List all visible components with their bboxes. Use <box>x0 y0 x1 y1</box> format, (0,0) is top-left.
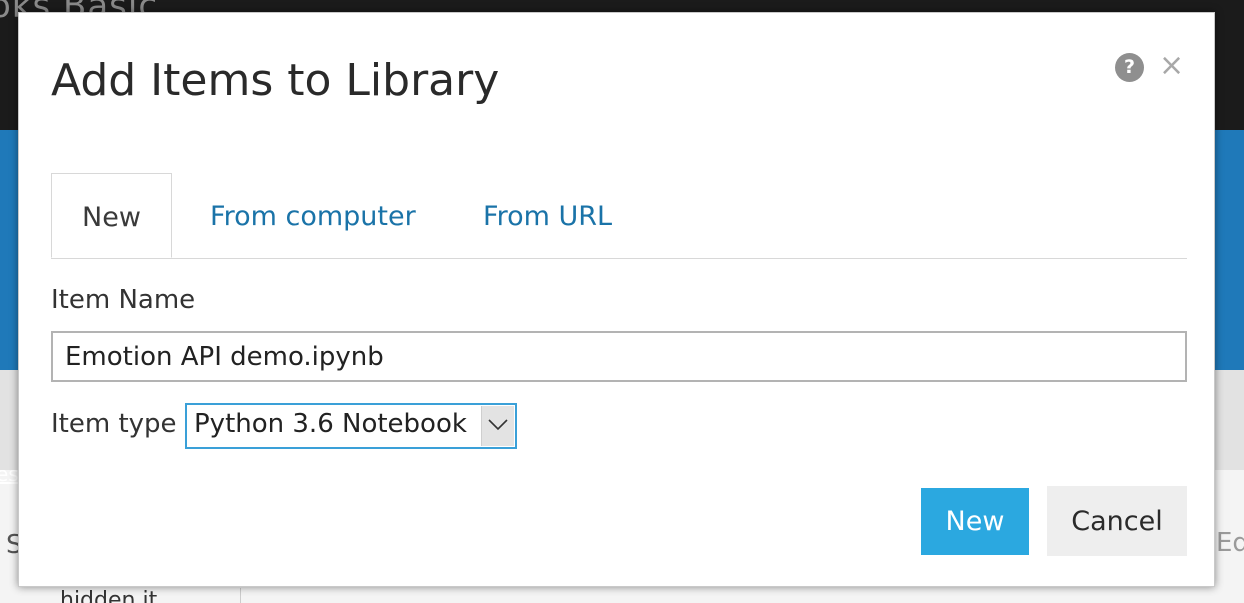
add-items-dialog: Add Items to Library ? × New From comput… <box>18 12 1215 587</box>
app-right-text-fragment: Ed <box>1216 528 1244 558</box>
cancel-button[interactable]: Cancel <box>1047 486 1187 556</box>
new-button[interactable]: New <box>921 488 1029 555</box>
dialog-title: Add Items to Library <box>51 55 500 106</box>
item-name-input[interactable] <box>51 331 1187 382</box>
tab-from-url[interactable]: From URL <box>483 173 612 257</box>
item-type-label: Item type <box>51 409 177 439</box>
app-divider <box>240 588 241 603</box>
tab-from-computer[interactable]: From computer <box>210 173 416 257</box>
chevron-down-icon <box>481 406 514 446</box>
tab-new[interactable]: New <box>51 173 172 258</box>
close-icon[interactable]: × <box>1159 49 1184 83</box>
item-name-label: Item Name <box>51 285 196 315</box>
item-type-select[interactable]: Python 3.6 Notebook <box>185 403 517 449</box>
help-icon[interactable]: ? <box>1115 53 1144 82</box>
app-bottom-text-fragment: hidden it <box>60 588 158 603</box>
tab-bar: New From computer From URL <box>51 173 1187 259</box>
item-type-selected-value: Python 3.6 Notebook <box>194 409 467 439</box>
